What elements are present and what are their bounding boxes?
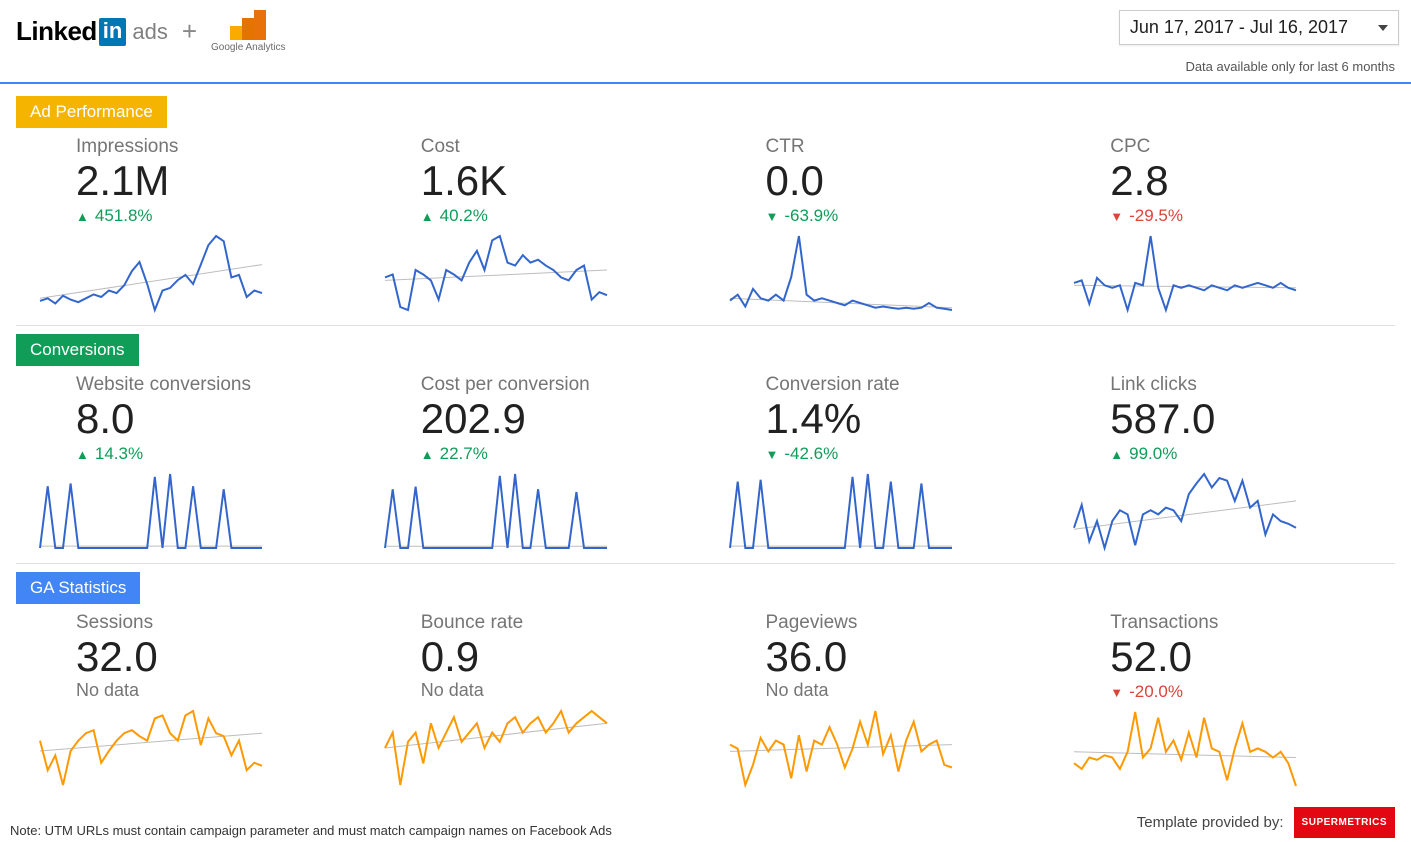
metric-value: 0.0: [766, 160, 1031, 202]
metric-value: 36.0: [766, 636, 1031, 678]
sparkline-cpc: [1070, 232, 1375, 319]
arrow-up-icon: ▲: [76, 209, 89, 224]
date-range-picker[interactable]: Jun 17, 2017 - Jul 16, 2017: [1119, 10, 1399, 45]
metric-value: 1.6K: [421, 160, 686, 202]
metric-nodata: No data: [766, 680, 1031, 701]
sparkline-webconv: [36, 470, 341, 557]
sparkline-pageviews: [726, 707, 1031, 794]
linkedin-in-icon: in: [99, 18, 127, 46]
availability-note: Data available only for last 6 months: [0, 53, 1411, 82]
google-analytics-logo: Google Analytics: [211, 10, 286, 53]
metric-transactions: Transactions 52.0 ▼-20.0%: [1050, 608, 1395, 795]
arrow-up-icon: ▲: [76, 447, 89, 462]
sparkline-linkclicks: [1070, 470, 1375, 557]
metric-value: 1.4%: [766, 398, 1031, 440]
ga-label: Google Analytics: [211, 42, 286, 53]
metric-cost-per-conversion: Cost per conversion 202.9 ▲22.7%: [361, 370, 706, 557]
section-ad-performance: Ad Performance Impressions 2.1M ▲451.8% …: [0, 84, 1411, 801]
sparkline-cpcv: [381, 470, 686, 557]
arrow-up-icon: ▲: [421, 209, 434, 224]
metric-label: Cost per conversion: [421, 374, 686, 396]
linkedin-ads-logo: Linked in ads: [16, 16, 168, 47]
metric-label: Transactions: [1110, 612, 1375, 634]
sparkline-bounce: [381, 707, 686, 794]
supermetrics-logo: SUPERMETRICS: [1294, 807, 1395, 838]
template-provided-by: Template provided by: SUPERMETRICS: [1137, 807, 1395, 838]
sparkline-sessions: [36, 707, 341, 794]
metric-cost: Cost 1.6K ▲40.2%: [361, 132, 706, 319]
metric-cpc: CPC 2.8 ▼-29.5%: [1050, 132, 1395, 319]
caret-down-icon: [1378, 25, 1388, 31]
metric-label: CTR: [766, 136, 1031, 158]
sparkline-impressions: [36, 232, 341, 319]
metric-label: Website conversions: [76, 374, 341, 396]
section-tag-ga-statistics: GA Statistics: [16, 572, 140, 604]
metric-label: Cost: [421, 136, 686, 158]
header: Linked in ads + Google Analytics Jun 17,…: [0, 0, 1411, 53]
metric-value: 202.9: [421, 398, 686, 440]
date-range-text: Jun 17, 2017 - Jul 16, 2017: [1130, 17, 1348, 38]
metric-value: 32.0: [76, 636, 341, 678]
metric-label: CPC: [1110, 136, 1375, 158]
provided-label: Template provided by:: [1137, 814, 1284, 831]
metric-pageviews: Pageviews 36.0 No data: [706, 608, 1051, 795]
metric-bounce-rate: Bounce rate 0.9 No data: [361, 608, 706, 795]
metric-label: Link clicks: [1110, 374, 1375, 396]
arrow-down-icon: ▼: [1110, 209, 1123, 224]
arrow-up-icon: ▲: [1110, 447, 1123, 462]
arrow-up-icon: ▲: [421, 447, 434, 462]
metric-delta: ▲40.2%: [421, 206, 686, 226]
metric-label: Sessions: [76, 612, 341, 634]
section-tag-ad-performance: Ad Performance: [16, 96, 167, 128]
metric-conversion-rate: Conversion rate 1.4% ▼-42.6%: [706, 370, 1051, 557]
metric-nodata: No data: [421, 680, 686, 701]
metric-value: 2.8: [1110, 160, 1375, 202]
footer-note: Note: UTM URLs must contain campaign par…: [10, 823, 612, 838]
sparkline-transactions: [1070, 708, 1375, 795]
metric-ctr: CTR 0.0 ▼-63.9%: [706, 132, 1051, 319]
metric-value: 0.9: [421, 636, 686, 678]
metric-impressions: Impressions 2.1M ▲451.8%: [16, 132, 361, 319]
section-tag-conversions: Conversions: [16, 334, 139, 366]
metric-delta: ▲14.3%: [76, 444, 341, 464]
metric-sessions: Sessions 32.0 No data: [16, 608, 361, 795]
linkedin-text: Linked: [16, 16, 97, 47]
logo-block: Linked in ads + Google Analytics: [16, 10, 286, 53]
sparkline-ctr: [726, 232, 1031, 319]
metric-nodata: No data: [76, 680, 341, 701]
metric-delta: ▲22.7%: [421, 444, 686, 464]
metric-delta: ▲99.0%: [1110, 444, 1375, 464]
linkedin-ads-text: ads: [132, 19, 167, 45]
metric-delta: ▼-20.0%: [1110, 682, 1375, 702]
footer: Note: UTM URLs must contain campaign par…: [0, 801, 1411, 842]
metric-label: Pageviews: [766, 612, 1031, 634]
arrow-down-icon: ▼: [766, 209, 779, 224]
plus-icon: +: [182, 16, 197, 47]
row-ad-performance: Impressions 2.1M ▲451.8% Cost 1.6K ▲40.2…: [16, 132, 1395, 326]
metric-delta: ▼-29.5%: [1110, 206, 1375, 226]
ga-bars-icon: [230, 10, 266, 40]
arrow-down-icon: ▼: [766, 447, 779, 462]
metric-delta: ▲451.8%: [76, 206, 341, 226]
metric-delta: ▼-42.6%: [766, 444, 1031, 464]
metric-website-conversions: Website conversions 8.0 ▲14.3%: [16, 370, 361, 557]
metric-value: 2.1M: [76, 160, 341, 202]
metric-link-clicks: Link clicks 587.0 ▲99.0%: [1050, 370, 1395, 557]
sparkline-convrate: [726, 470, 1031, 557]
row-conversions: Website conversions 8.0 ▲14.3% Cost per …: [16, 370, 1395, 564]
metric-label: Impressions: [76, 136, 341, 158]
metric-label: Bounce rate: [421, 612, 686, 634]
metric-value: 587.0: [1110, 398, 1375, 440]
metric-delta: ▼-63.9%: [766, 206, 1031, 226]
row-ga-statistics: Sessions 32.0 No data Bounce rate 0.9 No…: [16, 608, 1395, 801]
metric-label: Conversion rate: [766, 374, 1031, 396]
sparkline-cost: [381, 232, 686, 319]
arrow-down-icon: ▼: [1110, 685, 1123, 700]
metric-value: 8.0: [76, 398, 341, 440]
metric-value: 52.0: [1110, 636, 1375, 678]
